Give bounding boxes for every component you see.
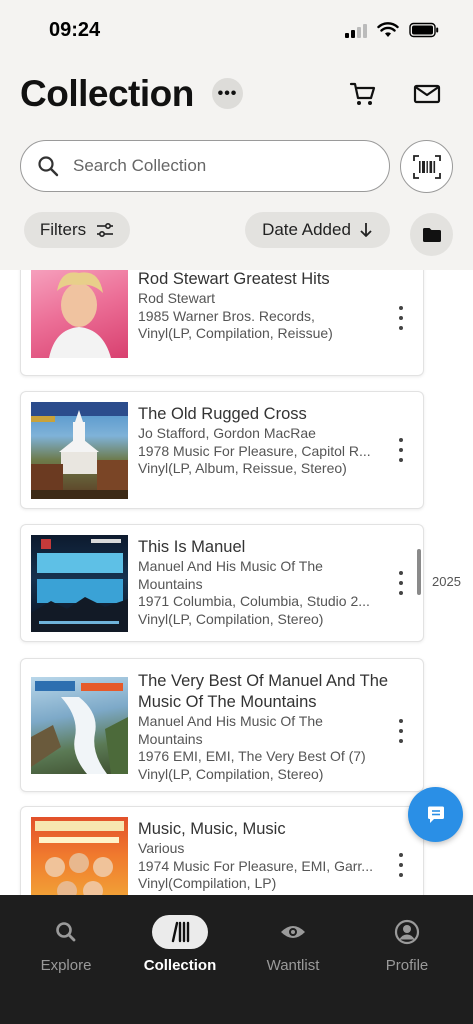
record-release: 1976 EMI, EMI, The Very Best Of (7) (138, 748, 366, 764)
record-card[interactable]: The Old Rugged Cross Jo Stafford, Gordon… (20, 391, 424, 509)
nav-collection[interactable]: Collection (130, 915, 230, 974)
record-menu-button[interactable] (397, 438, 405, 462)
record-release: 1978 Music For Pleasure, Capitol R... (138, 442, 371, 459)
record-title-cont: Music Of The Mountains (138, 693, 317, 711)
status-icons (345, 22, 439, 38)
record-format: Vinyl(Compilation, LP) (138, 875, 277, 891)
search-icon (56, 922, 76, 942)
nav-explore[interactable]: Explore (16, 915, 116, 974)
chat-fab-button[interactable] (408, 787, 463, 842)
signal-icon (345, 22, 367, 38)
record-artist-cont: Mountains (138, 575, 203, 592)
album-cover (31, 817, 128, 895)
messages-button[interactable] (411, 78, 443, 110)
profile-icon (394, 919, 420, 945)
active-tab-indicator (152, 915, 208, 949)
nav-wantlist-label: Wantlist (266, 957, 320, 974)
status-time: 09:24 (49, 19, 101, 41)
record-artist-cont: Mountains (138, 730, 203, 747)
cart-icon (349, 82, 376, 105)
page-title: Collection (20, 73, 194, 114)
album-cover (31, 402, 128, 499)
nav-explore-label: Explore (40, 957, 92, 974)
barcode-scan-button[interactable] (400, 140, 453, 193)
record-artist: Various (138, 840, 185, 856)
record-card[interactable]: The Very Best Of Manuel And The Music Of… (20, 658, 424, 792)
record-menu-button[interactable] (397, 719, 405, 743)
album-cover (31, 535, 128, 632)
eye-icon (281, 926, 305, 938)
record-release: 1974 Music For Pleasure, EMI, Garr... (138, 857, 373, 874)
bottom-nav: Explore Collection Wantlist Profile (0, 895, 473, 1024)
sliders-icon (97, 222, 114, 238)
more-options-button[interactable]: ••• (212, 78, 243, 109)
record-title: This Is Manuel (138, 538, 246, 556)
nav-wantlist[interactable]: Wantlist (243, 915, 343, 974)
record-menu-button[interactable] (397, 853, 405, 877)
record-format: Vinyl(LP, Compilation, Stereo) (138, 610, 324, 627)
header: Collection ••• Filter (0, 60, 473, 270)
status-bar: 09:24 (0, 0, 473, 60)
scroll-year-indicator: 2025 (432, 574, 461, 589)
record-release: 1971 Columbia, Columbia, Studio 2... (138, 593, 370, 609)
ellipsis-icon: ••• (217, 84, 238, 102)
record-artist: Manuel And His Music Of The (138, 713, 323, 729)
records-shelf-icon (171, 921, 190, 943)
record-format: Vinyl(LP, Compilation, Stereo) (138, 765, 324, 782)
sort-button[interactable]: Date Added (245, 212, 390, 248)
folder-icon (422, 227, 441, 242)
album-cover (31, 270, 128, 358)
folders-button[interactable] (410, 213, 453, 256)
record-card[interactable]: Rod Stewart Greatest Hits Rod Stewart 19… (20, 270, 424, 376)
filters-button[interactable]: Filters (24, 212, 130, 248)
sort-label: Date Added (262, 220, 351, 239)
search-icon (38, 156, 59, 177)
album-cover (31, 677, 128, 774)
barcode-icon (412, 154, 441, 179)
record-format: Vinyl(LP, Album, Reissue, Stereo) (138, 460, 347, 476)
arrow-down-icon (360, 223, 372, 237)
record-card[interactable]: Music, Music, Music Various 1974 Music F… (20, 806, 424, 895)
search-box[interactable] (20, 140, 390, 192)
nav-collection-label: Collection (143, 957, 217, 974)
filters-label: Filters (39, 220, 87, 239)
search-input[interactable] (73, 141, 373, 190)
record-menu-button[interactable] (397, 571, 405, 595)
record-artist: Manuel And His Music Of The (138, 558, 323, 574)
record-title: The Very Best Of Manuel And The (138, 672, 389, 690)
scrollbar-thumb[interactable] (417, 549, 421, 595)
nav-profile[interactable]: Profile (357, 915, 457, 974)
mail-icon (413, 84, 441, 104)
record-title: Rod Stewart Greatest Hits (138, 270, 330, 288)
collection-list[interactable]: Rod Stewart Greatest Hits Rod Stewart 19… (0, 270, 473, 895)
chat-icon (427, 806, 444, 823)
record-artist: Rod Stewart (138, 290, 216, 306)
record-format: Vinyl(LP, Compilation, Reissue) (138, 325, 333, 341)
cart-button[interactable] (347, 78, 379, 110)
nav-profile-label: Profile (385, 957, 429, 974)
record-menu-button[interactable] (397, 306, 405, 330)
record-artist: Jo Stafford, Gordon MacRae (138, 425, 316, 441)
record-card[interactable]: This Is Manuel Manuel And His Music Of T… (20, 524, 424, 642)
record-title: The Old Rugged Cross (138, 405, 307, 423)
wifi-icon (377, 22, 399, 37)
record-title: Music, Music, Music (138, 820, 286, 838)
battery-icon (409, 22, 439, 38)
record-release: 1985 Warner Bros. Records, (138, 307, 315, 324)
